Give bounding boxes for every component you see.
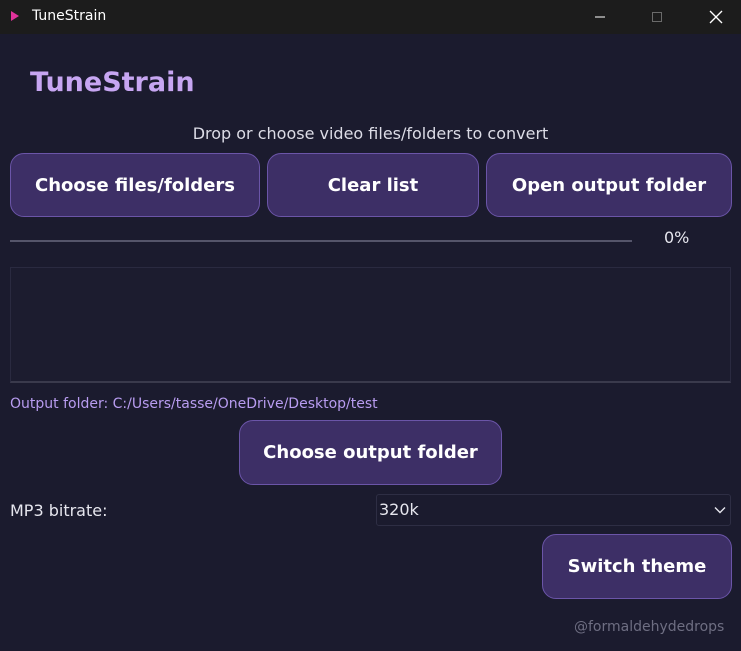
bitrate-select[interactable]: 320k: [376, 494, 731, 526]
credit-text: @formaldehydedrops: [574, 619, 725, 635]
maximize-button[interactable]: [634, 0, 680, 34]
minimize-icon: [595, 16, 605, 18]
chevron-down-icon: [714, 507, 726, 514]
window-title: TuneStrain: [32, 8, 107, 24]
progress-percent: 0%: [664, 228, 690, 247]
file-list[interactable]: [10, 267, 731, 383]
maximize-icon: [652, 12, 662, 22]
choose-files-button[interactable]: Choose files/folders: [10, 153, 260, 217]
clear-list-button[interactable]: Clear list: [267, 153, 479, 217]
output-folder-label: Output folder: C:/Users/tasse/OneDrive/D…: [10, 396, 378, 412]
open-output-folder-button[interactable]: Open output folder: [486, 153, 732, 217]
bitrate-label: MP3 bitrate:: [10, 501, 108, 520]
close-icon: [709, 10, 723, 24]
bitrate-value: 320k: [379, 500, 419, 519]
play-icon: [11, 11, 19, 21]
switch-theme-button[interactable]: Switch theme: [542, 534, 732, 599]
choose-output-folder-button[interactable]: Choose output folder: [239, 420, 502, 485]
minimize-button[interactable]: [577, 0, 623, 34]
progress-bar: [10, 240, 632, 242]
close-button[interactable]: [693, 0, 739, 34]
title-bar: TuneStrain: [0, 0, 741, 34]
app-title: TuneStrain: [30, 67, 195, 98]
drop-hint: Drop or choose video files/folders to co…: [192, 124, 549, 143]
